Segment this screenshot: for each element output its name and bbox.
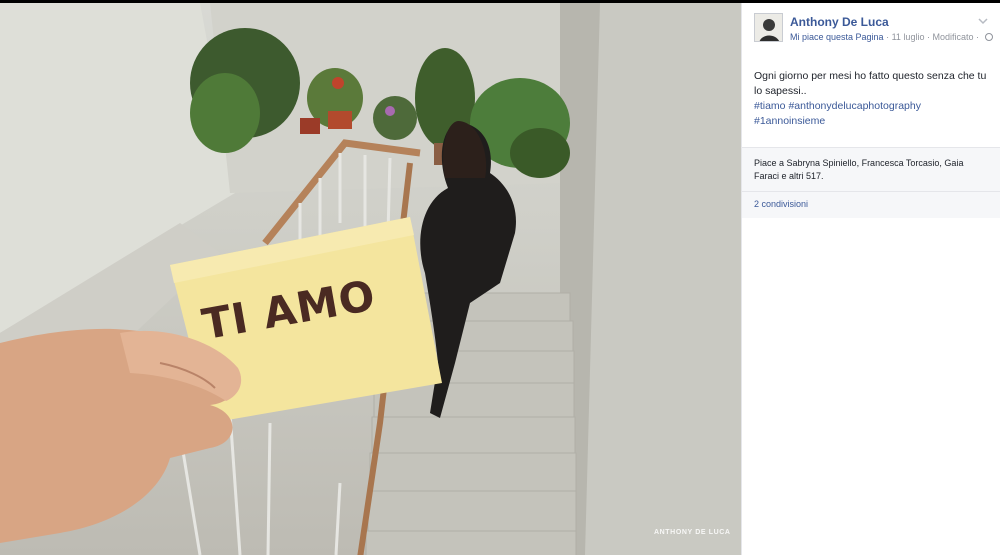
post-sidebar: Anthony De Luca Mi piace questa Pagina ·… [741,3,1000,555]
photo-watermark: ANTHONY DE LUCA [654,529,731,536]
hashtag-link[interactable]: #1annoinsieme [754,115,825,127]
meta-separator: · [976,32,980,42]
post-date[interactable]: 11 luglio [892,32,925,42]
author-name-link[interactable]: Anthony De Luca [790,15,889,29]
post-header: Anthony De Luca Mi piace questa Pagina ·… [742,3,1000,47]
globe-icon[interactable] [984,33,993,41]
hashtag-link[interactable]: #tiamo [754,100,786,112]
chevron-down-icon[interactable] [978,16,988,26]
avatar-icon [755,14,782,41]
post-photo[interactable]: TI AMO ANTHONY DE LUCA [0,3,741,555]
post-hashtags: #tiamo #anthonydelucaphotography #1annoi… [742,99,1000,129]
post-message: Ogni giorno per mesi ho fatto questo sen… [754,70,987,97]
post-meta: Mi piace questa Pagina · 11 luglio · Mod… [790,32,993,42]
edited-label[interactable]: Modificato [932,32,973,42]
meta-separator: · [886,32,890,42]
likes-summary[interactable]: Piace a Sabryna Spiniello, Francesca Tor… [742,147,1000,191]
author-avatar[interactable] [754,13,783,42]
shares-count-link[interactable]: 2 condivisioni [742,191,1000,218]
meta-separator: · [926,32,930,42]
hashtag-link[interactable]: #anthonydelucaphotography [788,100,921,112]
like-page-link[interactable]: Mi piace questa Pagina [790,32,884,42]
